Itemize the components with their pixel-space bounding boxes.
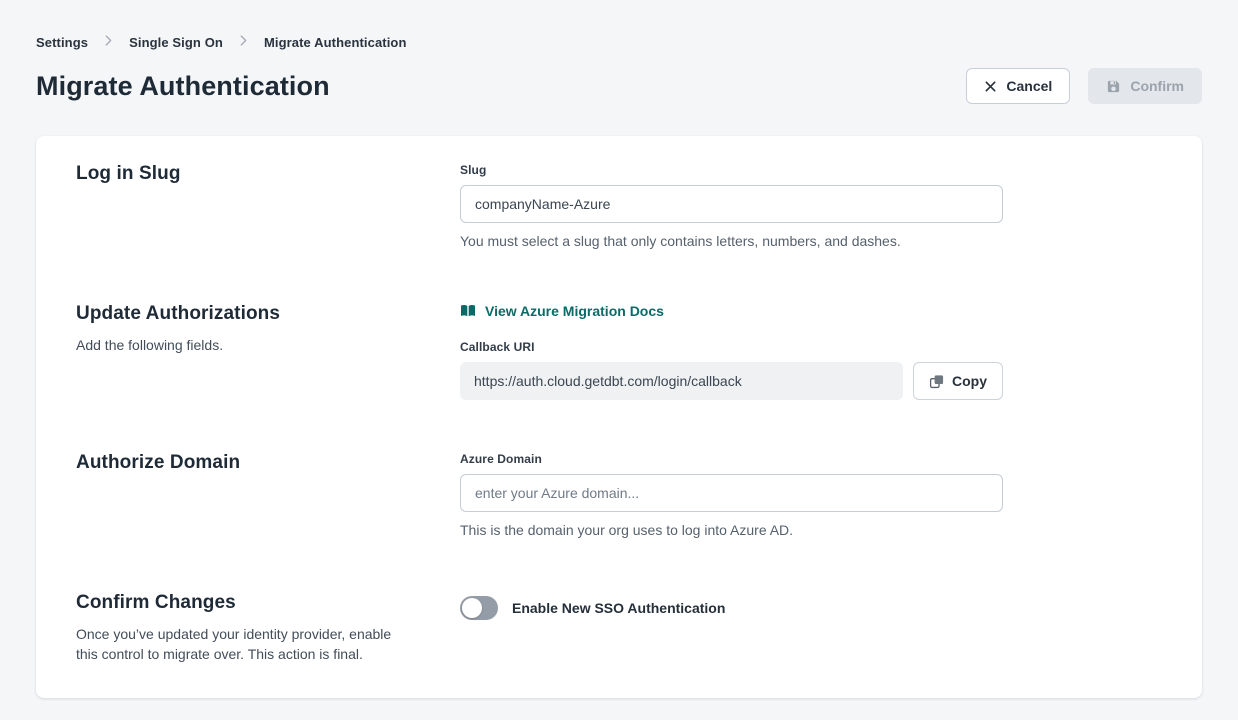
section-confirm-changes-right: Enable New SSO Authentication	[460, 592, 1003, 664]
slug-input[interactable]	[460, 185, 1003, 223]
slug-label: Slug	[460, 163, 1003, 177]
section-authorize-domain-right: Azure Domain This is the domain your org…	[460, 452, 1003, 540]
section-authorize-domain-left: Authorize Domain	[76, 452, 460, 540]
breadcrumb-settings[interactable]: Settings	[36, 35, 88, 50]
cancel-button[interactable]: Cancel	[966, 68, 1070, 104]
section-confirm-changes-left: Confirm Changes Once you’ve updated your…	[76, 592, 460, 664]
enable-sso-toggle-label: Enable New SSO Authentication	[512, 600, 725, 616]
close-icon	[984, 80, 997, 93]
settings-card: Log in Slug Slug You must select a slug …	[36, 136, 1202, 698]
section-login-slug: Log in Slug Slug You must select a slug …	[76, 163, 1162, 251]
callback-uri-row: Copy	[460, 362, 1003, 400]
cancel-label: Cancel	[1006, 79, 1052, 93]
login-slug-heading: Log in Slug	[76, 163, 460, 185]
enable-sso-toggle[interactable]	[460, 596, 498, 620]
breadcrumb-current-page: Migrate Authentication	[264, 35, 407, 50]
breadcrumb-single-sign-on[interactable]: Single Sign On	[129, 35, 223, 50]
copy-label: Copy	[952, 373, 987, 389]
slug-helper-text: You must select a slug that only contain…	[460, 232, 1003, 251]
azure-domain-input[interactable]	[460, 474, 1003, 512]
page-title: Migrate Authentication	[36, 71, 330, 102]
section-authorize-domain: Authorize Domain Azure Domain This is th…	[76, 452, 1162, 540]
header-actions: Cancel Confirm	[966, 68, 1202, 104]
enable-sso-toggle-row: Enable New SSO Authentication	[460, 596, 1003, 620]
section-update-authorizations: Update Authorizations Add the following …	[76, 303, 1162, 400]
section-confirm-changes: Confirm Changes Once you’ve updated your…	[76, 592, 1162, 664]
confirm-changes-description: Once you’ve updated your identity provid…	[76, 624, 408, 664]
book-icon	[460, 304, 476, 318]
view-azure-migration-docs-link[interactable]: View Azure Migration Docs	[460, 303, 664, 319]
chevron-right-icon	[240, 33, 247, 51]
azure-domain-label: Azure Domain	[460, 452, 1003, 466]
section-update-authorizations-right: View Azure Migration Docs Callback URI C…	[460, 303, 1003, 400]
azure-domain-helper-text: This is the domain your org uses to log …	[460, 521, 1003, 540]
callback-uri-label: Callback URI	[460, 340, 1003, 354]
confirm-button[interactable]: Confirm	[1088, 68, 1202, 104]
confirm-changes-heading: Confirm Changes	[76, 592, 460, 614]
copy-button[interactable]: Copy	[913, 362, 1003, 400]
update-authorizations-heading: Update Authorizations	[76, 303, 460, 325]
callback-uri-input[interactable]	[460, 362, 903, 400]
update-authorizations-description: Add the following fields.	[76, 335, 408, 355]
toggle-knob	[462, 598, 482, 618]
section-update-authorizations-left: Update Authorizations Add the following …	[76, 303, 460, 400]
authorize-domain-heading: Authorize Domain	[76, 452, 460, 474]
section-login-slug-left: Log in Slug	[76, 163, 460, 251]
copy-icon	[929, 374, 944, 389]
breadcrumb: Settings Single Sign On Migrate Authenti…	[36, 33, 1202, 51]
page: Settings Single Sign On Migrate Authenti…	[0, 0, 1238, 720]
docs-link-label: View Azure Migration Docs	[485, 303, 664, 319]
page-header: Migrate Authentication Cancel Confirm	[36, 68, 1202, 104]
section-login-slug-right: Slug You must select a slug that only co…	[460, 163, 1003, 251]
confirm-label: Confirm	[1130, 79, 1184, 93]
chevron-right-icon	[105, 33, 112, 51]
save-icon	[1106, 79, 1121, 94]
